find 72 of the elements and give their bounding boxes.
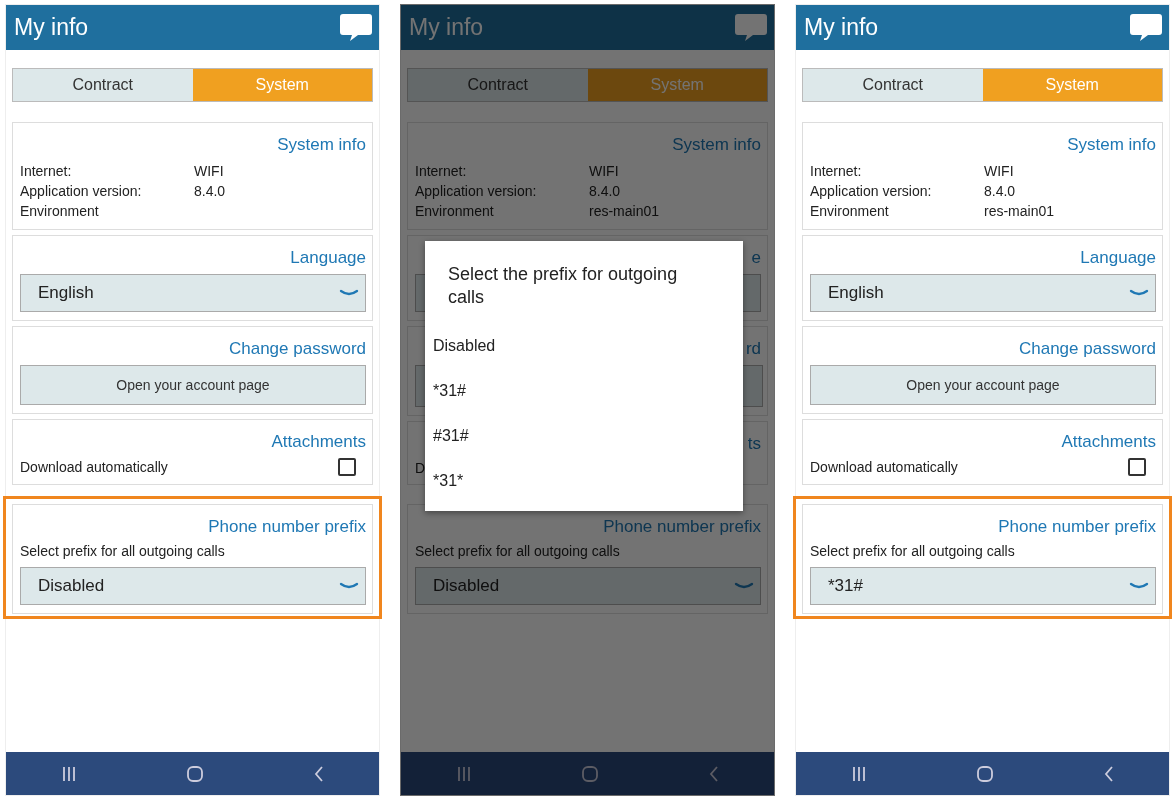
info-label: Internet: — [415, 162, 468, 181]
info-label: Environment — [415, 202, 495, 221]
language-dropdown[interactable]: English — [810, 274, 1156, 312]
speech-bubble-icon — [1129, 13, 1163, 42]
section-title: Language — [290, 248, 366, 268]
info-value: res-main01 — [984, 202, 1056, 221]
chevron-down-icon — [339, 581, 359, 591]
recent-apps-icon[interactable] — [851, 765, 866, 782]
chevron-down-icon — [339, 288, 359, 298]
checkbox[interactable] — [1128, 458, 1146, 476]
screen-title: My info — [804, 14, 879, 41]
language-dropdown[interactable]: English — [20, 274, 366, 312]
hint-text: Select prefix for all outgoing calls — [20, 543, 226, 559]
section-title: Language — [1080, 248, 1156, 268]
info-value: res-main01 — [589, 202, 661, 221]
chevron-down-icon — [734, 581, 754, 591]
home-icon[interactable] — [976, 765, 993, 782]
section-title: System info — [672, 135, 761, 155]
info-label: Environment — [810, 202, 890, 221]
section-title: e — [751, 248, 761, 268]
section-title: Phone number prefix — [208, 517, 366, 537]
screen-title: My info — [409, 14, 484, 41]
info-label: Internet: — [810, 162, 863, 181]
back-icon[interactable] — [1103, 765, 1114, 782]
chevron-down-icon — [1129, 288, 1149, 298]
dialog-option[interactable]: #31# — [425, 413, 743, 458]
info-value: 8.4.0 — [589, 182, 622, 201]
account-page-button[interactable]: Open your account page — [20, 365, 366, 405]
speech-bubble-icon — [339, 13, 373, 42]
chevron-down-icon — [1129, 581, 1149, 591]
info-label: Environment — [20, 202, 100, 221]
info-value: WIFI — [984, 162, 1015, 181]
info-label: Internet: — [20, 162, 73, 181]
info-value: 8.4.0 — [984, 182, 1017, 201]
dialog-title: Select the prefix for outgoing calls — [447, 263, 679, 309]
section-title: Attachments — [1061, 432, 1156, 452]
section-title: Phone number prefix — [998, 517, 1156, 537]
hint-text: Select prefix for all outgoing calls — [415, 543, 621, 559]
tab[interactable]: Contract — [13, 69, 193, 101]
account-page-button[interactable]: Open your account page — [810, 365, 1156, 405]
info-label: Application version: — [810, 182, 933, 201]
dialog-option[interactable]: *31# — [425, 368, 743, 413]
prefix-dropdown[interactable]: Disabled — [20, 567, 366, 605]
checkbox-label: Download automatically — [20, 459, 168, 475]
checkbox[interactable] — [338, 458, 356, 476]
tab[interactable]: Contract — [803, 69, 983, 101]
section-title: ts — [747, 434, 761, 454]
info-value: WIFI — [194, 162, 225, 181]
info-value: WIFI — [589, 162, 620, 181]
section-title: System info — [277, 135, 366, 155]
section-title: Phone number prefix — [603, 517, 761, 537]
prefix-dropdown[interactable]: *31# — [810, 567, 1156, 605]
section-title: Change password — [228, 339, 366, 359]
back-icon[interactable] — [313, 765, 324, 782]
checkbox-label: D — [415, 460, 426, 476]
info-value: 8.4.0 — [194, 182, 227, 201]
back-icon[interactable] — [708, 765, 719, 782]
section-title: rd — [745, 339, 761, 359]
hint-text: Select prefix for all outgoing calls — [810, 543, 1016, 559]
section-title: System info — [1067, 135, 1156, 155]
dialog-option[interactable]: *31* — [425, 458, 743, 503]
dialog-option[interactable]: Disabled — [425, 323, 743, 368]
info-label: Application version: — [415, 182, 538, 201]
speech-bubble-icon — [734, 13, 768, 42]
checkbox-label: Download automatically — [810, 459, 958, 475]
section-title: Attachments — [271, 432, 366, 452]
section-title: Change password — [1018, 339, 1156, 359]
home-icon[interactable] — [581, 765, 598, 782]
screen-title: My info — [14, 14, 89, 41]
info-label: Application version: — [20, 182, 143, 201]
recent-apps-icon[interactable] — [61, 765, 76, 782]
home-icon[interactable] — [186, 765, 203, 782]
